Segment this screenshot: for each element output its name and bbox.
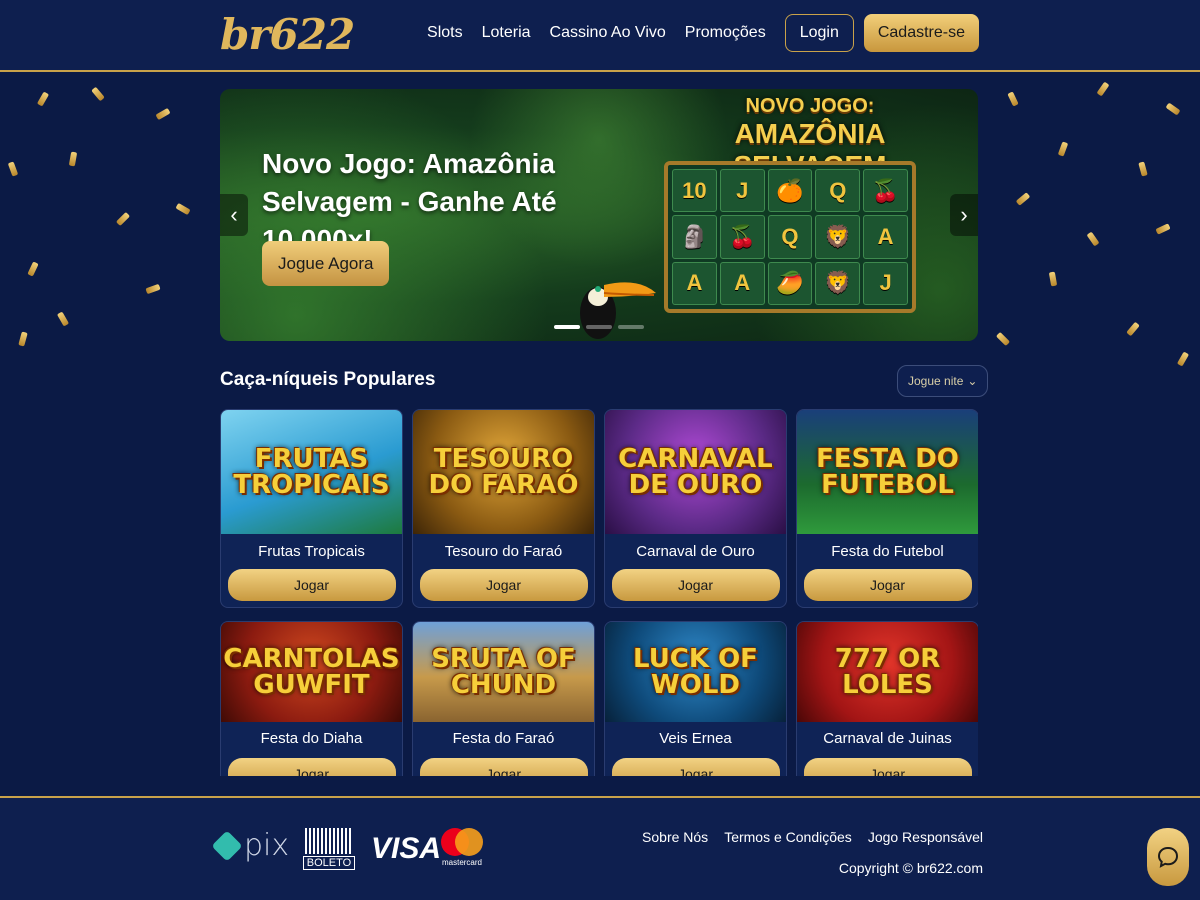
filter-dropdown[interactable]: Jogue nite ⌄ xyxy=(897,365,989,397)
reel-symbol: 🍊 xyxy=(767,169,813,213)
copyright: Copyright © br622.com xyxy=(838,860,983,876)
footer-link-sobre-nos[interactable]: Sobre Nós xyxy=(642,829,708,845)
play-button[interactable]: Jogar xyxy=(227,569,396,601)
footer-link-jogo-responsavel[interactable]: Jogo Responsável xyxy=(868,829,983,845)
login-button[interactable]: Login xyxy=(784,14,854,52)
reel-symbol: 🦁 xyxy=(815,215,861,259)
game-card[interactable]: CARNAVAL DE OURO Carnaval de Ouro Jogar xyxy=(604,409,787,608)
visa-logo: VISA xyxy=(371,832,442,865)
game-name: Carnaval de Ouro xyxy=(636,543,755,560)
chevron-right-icon: › xyxy=(960,202,968,227)
mastercard-logo: mastercard xyxy=(441,828,483,867)
reel-symbol: A xyxy=(719,261,765,305)
game-name: Festa do Futebol xyxy=(831,543,944,560)
banner-pagination xyxy=(554,325,644,329)
nav-promocoes[interactable]: Promoções xyxy=(685,14,766,52)
game-name: Tesouro do Faraó xyxy=(444,543,563,560)
reel-symbol: 🍒 xyxy=(719,215,765,259)
nav-cassino-ao-vivo[interactable]: Cassino Ao Vivo xyxy=(550,14,666,52)
mastercard-label: mastercard xyxy=(441,858,482,867)
reel-symbol: A xyxy=(863,215,908,259)
banner-next-arrow[interactable]: › xyxy=(950,194,978,236)
pix-label: pix xyxy=(244,828,290,863)
reel-symbol: 🍒 xyxy=(863,169,908,213)
game-art-title: 777 OR LOLES xyxy=(834,644,941,700)
game-thumbnail[interactable]: FESTA DO FUTEBOL xyxy=(797,410,978,534)
reel-symbol: Q xyxy=(767,215,813,259)
play-button[interactable]: Jogar xyxy=(803,569,972,601)
game-thumbnail[interactable]: LUCK OF WOLD xyxy=(605,622,786,722)
reel-symbol: J xyxy=(719,169,765,213)
hero-banner[interactable]: Novo Jogo: Amazônia Selvagem - Ganhe Até… xyxy=(220,89,978,341)
game-card[interactable]: 777 OR LOLES Carnaval de Juinas Jogar xyxy=(796,621,978,776)
play-button[interactable]: Jogar xyxy=(611,758,780,776)
reel-symbol: 10 xyxy=(672,169,717,213)
game-thumbnail[interactable]: CARNTOLAS GUWFIT xyxy=(221,622,402,722)
game-name: Festa do Faraó xyxy=(452,730,555,747)
game-name: Festa do Diaha xyxy=(260,730,363,747)
footer-link-termos[interactable]: Termos e Condições xyxy=(724,829,852,845)
filter-label: Jogue nite xyxy=(908,374,964,388)
mastercard-icon xyxy=(441,828,483,856)
game-art-title: FESTA DO FUTEBOL xyxy=(816,444,959,500)
pix-logo: pix xyxy=(211,828,290,863)
barcode-icon xyxy=(305,828,353,854)
game-thumbnail[interactable]: SRUTA OF CHUND xyxy=(413,622,594,722)
game-art-title: CARNAVAL DE OURO xyxy=(618,444,773,500)
game-name: Veis Ernea xyxy=(659,730,732,747)
game-card[interactable]: FESTA DO FUTEBOL Festa do Futebol Jogar xyxy=(796,409,978,608)
pix-icon xyxy=(211,829,243,862)
game-art-title: SRUTA OF CHUND xyxy=(431,644,576,700)
play-now-button[interactable]: Jogue Agora xyxy=(262,241,390,286)
site-footer: pix BOLETO VISA mastercard Sobre Nós Ter… xyxy=(0,796,1200,900)
game-card[interactable]: TESOURO DO FARAÓ Tesouro do Faraó Jogar xyxy=(412,409,595,608)
reel-symbol: Q xyxy=(815,169,861,213)
game-art-title: TESOURO DO FARAÓ xyxy=(428,444,579,500)
section-title: Caça-níqueis Populares xyxy=(220,369,436,390)
boleto-logo: BOLETO xyxy=(302,828,356,870)
game-thumbnail[interactable]: CARNAVAL DE OURO xyxy=(605,410,786,534)
banner-dot-2[interactable] xyxy=(586,325,612,329)
game-card[interactable]: CARNTOLAS GUWFIT Festa do Diaha Jogar xyxy=(220,621,403,776)
banner-prev-arrow[interactable]: ‹ xyxy=(220,194,248,236)
nav-loteria[interactable]: Loteria xyxy=(482,14,531,52)
boleto-label: BOLETO xyxy=(302,856,356,870)
game-card[interactable]: FRUTAS TROPICAIS Frutas Tropicais Jogar xyxy=(220,409,403,608)
game-art-title: LUCK OF WOLD xyxy=(633,644,758,700)
play-button[interactable]: Jogar xyxy=(227,758,396,776)
reel-symbol: 🦁 xyxy=(815,261,861,305)
game-card[interactable]: SRUTA OF CHUND Festa do Faraó Jogar xyxy=(412,621,595,776)
top-header: br622 Slots Loteria Cassino Ao Vivo Prom… xyxy=(0,0,1200,72)
footer-links: Sobre Nós Termos e Condições Jogo Respon… xyxy=(642,829,983,845)
reel-symbol: 🥭 xyxy=(767,261,813,305)
slot-reels: 10 J 🍊 Q 🍒 🗿 🍒 Q 🦁 A A A 🥭 🦁 J xyxy=(664,161,916,313)
games-grid: FRUTAS TROPICAIS Frutas Tropicais Jogar … xyxy=(220,409,978,776)
register-button[interactable]: Cadastre-se xyxy=(863,14,979,52)
reel-symbol: J xyxy=(863,261,908,305)
game-art-title: FRUTAS TROPICAIS xyxy=(233,444,390,500)
banner-dot-3[interactable] xyxy=(618,325,644,329)
chat-button[interactable] xyxy=(1147,828,1189,886)
game-card[interactable]: LUCK OF WOLD Veis Ernea Jogar xyxy=(604,621,787,776)
game-thumbnail[interactable]: 777 OR LOLES xyxy=(797,622,978,722)
game-name: Carnaval de Juinas xyxy=(823,730,952,747)
game-art-title: CARNTOLAS GUWFIT xyxy=(223,644,400,700)
site-logo[interactable]: br622 xyxy=(220,10,355,59)
chat-bubble-icon xyxy=(1157,846,1179,868)
chevron-left-icon: ‹ xyxy=(230,202,238,227)
banner-dot-1[interactable] xyxy=(554,325,580,329)
nav-slots[interactable]: Slots xyxy=(427,14,463,52)
chevron-down-icon: ⌄ xyxy=(967,374,978,388)
play-button[interactable]: Jogar xyxy=(611,569,780,601)
game-thumbnail[interactable]: TESOURO DO FARAÓ xyxy=(413,410,594,534)
game-name: Frutas Tropicais xyxy=(258,543,365,560)
main-nav: Slots Loteria Cassino Ao Vivo Promoções … xyxy=(427,14,979,52)
reel-symbol: A xyxy=(672,261,717,305)
play-button[interactable]: Jogar xyxy=(803,758,972,776)
play-button[interactable]: Jogar xyxy=(419,569,588,601)
banner-art-title-line1: NOVO JOGO: xyxy=(745,95,875,117)
reel-symbol: 🗿 xyxy=(672,215,717,259)
game-thumbnail[interactable]: FRUTAS TROPICAIS xyxy=(221,410,402,534)
play-button[interactable]: Jogar xyxy=(419,758,588,776)
